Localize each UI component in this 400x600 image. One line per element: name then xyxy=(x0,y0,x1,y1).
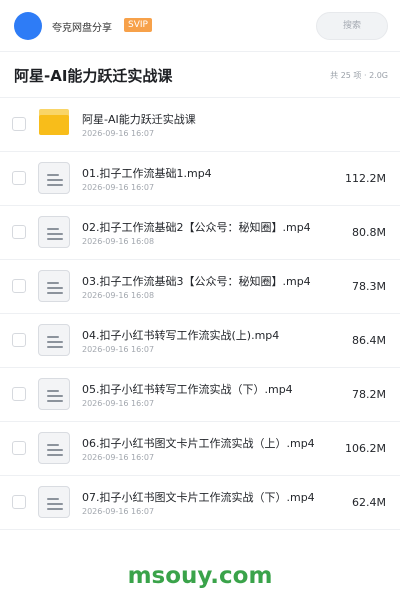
item-name: 02.扣子工作流基础2【公众号：秘知圈】.mp4 xyxy=(82,221,311,234)
item-size: 112.2M xyxy=(345,172,386,185)
search-placeholder: 搜索 xyxy=(342,21,361,31)
folder-meta: 共 25 项 · 2.0G xyxy=(330,71,388,80)
item-date: 2026-09-16 16:07 xyxy=(82,399,155,408)
folder-icon xyxy=(39,109,69,135)
document-icon xyxy=(38,270,70,302)
row-checkbox[interactable] xyxy=(12,171,26,185)
row-checkbox[interactable] xyxy=(12,495,26,509)
row-checkbox[interactable] xyxy=(12,387,26,401)
avatar[interactable] xyxy=(14,12,42,40)
list-item[interactable]: 07.扣子小红书图文卡片工作流实战（下）.mp4 2026-09-16 16:0… xyxy=(0,476,400,530)
search-input[interactable]: 搜索 xyxy=(316,12,388,40)
item-date: 2026-09-16 16:07 xyxy=(82,507,155,516)
document-icon xyxy=(38,324,70,356)
item-name: 05.扣子小红书转写工作流实战（下）.mp4 xyxy=(82,383,293,396)
item-name: 07.扣子小红书图文卡片工作流实战（下）.mp4 xyxy=(82,491,315,504)
list-item[interactable]: 02.扣子工作流基础2【公众号：秘知圈】.mp4 2026-09-16 16:0… xyxy=(0,206,400,260)
item-date: 2026-09-16 16:08 xyxy=(82,237,155,246)
document-icon xyxy=(38,432,70,464)
item-date: 2026-09-16 16:07 xyxy=(82,453,155,462)
document-icon xyxy=(38,486,70,518)
document-icon xyxy=(38,378,70,410)
page-title: 阿星-AI能力跃迁实战课 xyxy=(14,67,173,85)
item-name: 阿星-AI能力跃迁实战课 xyxy=(82,113,196,126)
row-checkbox[interactable] xyxy=(12,117,26,131)
item-date: 2026-09-16 16:08 xyxy=(82,291,155,300)
document-icon xyxy=(38,216,70,248)
document-icon xyxy=(38,162,70,194)
item-size: 106.2M xyxy=(345,442,386,455)
item-date: 2026-09-16 16:07 xyxy=(82,183,155,192)
item-size: 78.2M xyxy=(352,388,386,401)
list-item[interactable]: 03.扣子工作流基础3【公众号：秘知圈】.mp4 2026-09-16 16:0… xyxy=(0,260,400,314)
watermark: msouy.com xyxy=(127,563,273,589)
item-name: 04.扣子小红书转写工作流实战(上).mp4 xyxy=(82,329,280,342)
item-size: 62.4M xyxy=(352,496,386,509)
share-name: 夸克网盘分享 xyxy=(52,23,112,34)
item-size: 80.8M xyxy=(352,226,386,239)
file-list: 阿星-AI能力跃迁实战课 2026-09-16 16:07 01.扣子工作流基础… xyxy=(0,98,400,530)
item-size: 78.3M xyxy=(352,280,386,293)
row-checkbox[interactable] xyxy=(12,441,26,455)
item-name: 01.扣子工作流基础1.mp4 xyxy=(82,167,212,180)
item-size: 86.4M xyxy=(352,334,386,347)
top-bar: 夸克网盘分享 SVIP 搜索 xyxy=(0,0,400,52)
item-name: 06.扣子小红书图文卡片工作流实战（上）.mp4 xyxy=(82,437,315,450)
list-item-folder[interactable]: 阿星-AI能力跃迁实战课 2026-09-16 16:07 xyxy=(0,98,400,152)
item-date: 2026-09-16 16:07 xyxy=(82,129,155,138)
list-item[interactable]: 06.扣子小红书图文卡片工作流实战（上）.mp4 2026-09-16 16:0… xyxy=(0,422,400,476)
list-item[interactable]: 01.扣子工作流基础1.mp4 2026-09-16 16:07 112.2M xyxy=(0,152,400,206)
list-item[interactable]: 05.扣子小红书转写工作流实战（下）.mp4 2026-09-16 16:07 … xyxy=(0,368,400,422)
row-checkbox[interactable] xyxy=(12,279,26,293)
item-name: 03.扣子工作流基础3【公众号：秘知圈】.mp4 xyxy=(82,275,311,288)
row-checkbox[interactable] xyxy=(12,333,26,347)
list-item[interactable]: 04.扣子小红书转写工作流实战(上).mp4 2026-09-16 16:07 … xyxy=(0,314,400,368)
svip-badge: SVIP xyxy=(124,18,152,32)
folder-header: 阿星-AI能力跃迁实战课 共 25 项 · 2.0G xyxy=(0,52,400,98)
item-date: 2026-09-16 16:07 xyxy=(82,345,155,354)
row-checkbox[interactable] xyxy=(12,225,26,239)
